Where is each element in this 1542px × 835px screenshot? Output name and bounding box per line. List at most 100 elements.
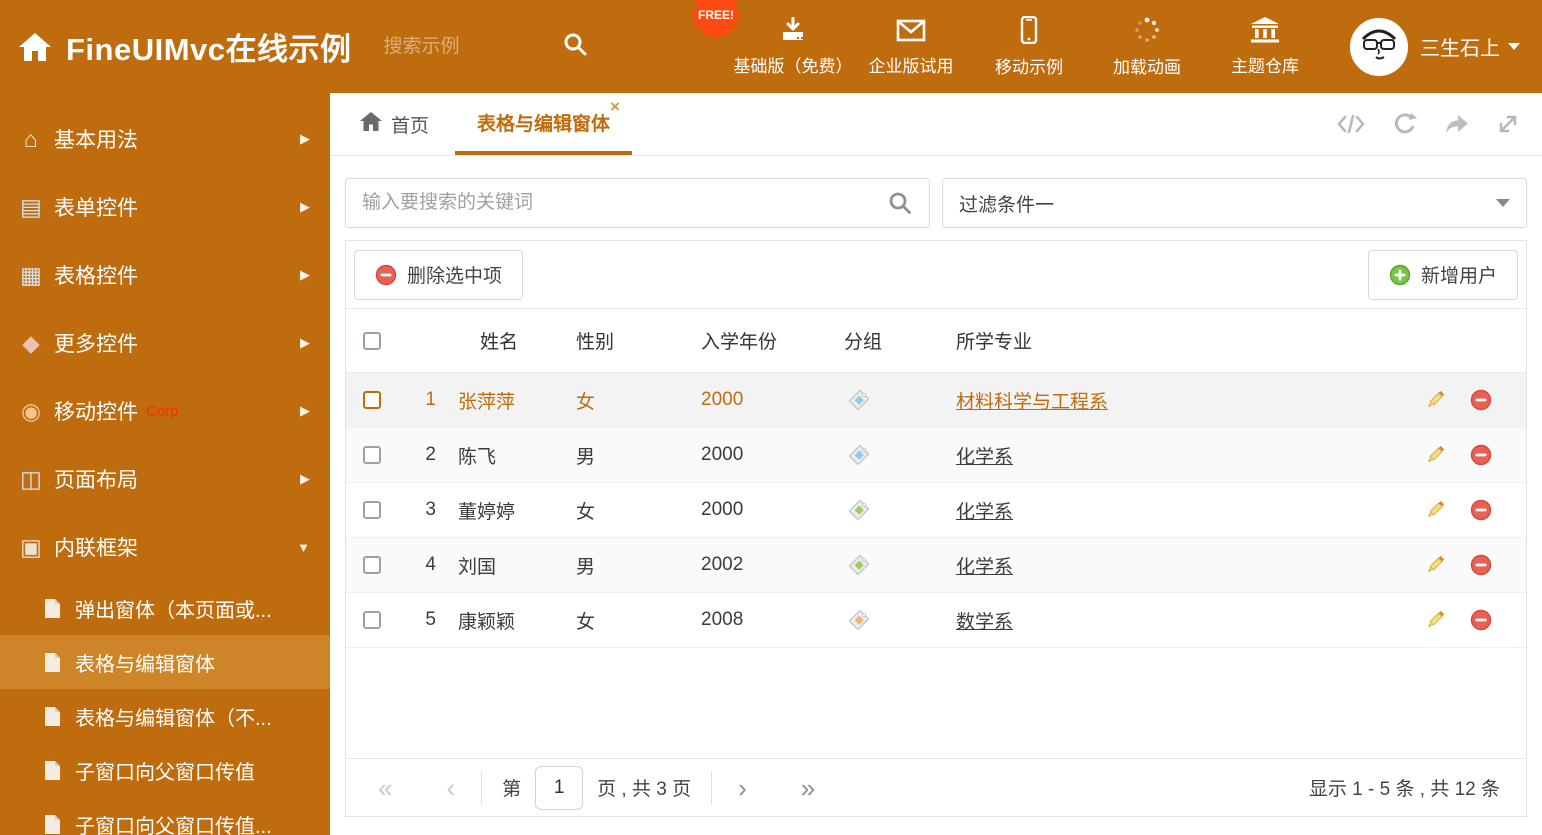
expand-arrow-icon: [300, 335, 310, 351]
major-link[interactable]: 化学系: [956, 557, 1013, 578]
select-all-checkbox[interactable]: [363, 331, 381, 350]
sidebar-item[interactable]: 表格控件: [0, 241, 330, 309]
bank-icon: [1250, 16, 1280, 43]
next-page-button[interactable]: ›: [732, 775, 753, 801]
header-nav: 基础版（免费） 企业版试用 移动示例 加载动画 主题仓库: [734, 15, 1324, 78]
refresh-icon[interactable]: [1392, 112, 1418, 136]
row-checkbox[interactable]: [363, 556, 381, 574]
cell-year: 2000: [701, 389, 744, 410]
nav-item-enterprise-trial[interactable]: 企业版试用: [852, 17, 970, 77]
search-icon[interactable]: [887, 190, 913, 216]
sidebar-item[interactable]: 页面布局: [0, 445, 330, 513]
last-page-button[interactable]: »: [795, 775, 821, 801]
page-icon: [44, 706, 61, 727]
table-row[interactable]: 1 张萍萍 女 2000 材料科学与工程系: [346, 373, 1526, 428]
tag-icon: [836, 444, 948, 466]
table-row[interactable]: 4 刘国 男 2002 化学系: [346, 538, 1526, 593]
row-actions: [1416, 499, 1526, 521]
nav-item-loading-animation[interactable]: 加载动画: [1088, 16, 1206, 78]
divider: [711, 770, 713, 805]
edit-pencil-icon[interactable]: [1424, 444, 1446, 466]
header-search-icon[interactable]: [562, 31, 588, 62]
delete-minus-icon[interactable]: [1470, 609, 1492, 631]
user-menu[interactable]: 三生石上: [1420, 32, 1520, 61]
home-icon[interactable]: [18, 32, 52, 62]
cell-name: 张萍萍: [458, 391, 516, 413]
table-header: 姓名 性别 入学年份 分组 所学专业: [346, 309, 1526, 373]
delete-selected-button[interactable]: 删除选中项: [354, 249, 524, 300]
first-page-button[interactable]: «: [372, 775, 398, 801]
major-link[interactable]: 化学系: [956, 447, 1013, 468]
avatar[interactable]: [1350, 17, 1408, 76]
row-number: 4: [425, 554, 436, 575]
table-row[interactable]: 3 董婷婷 女 2000 化学系: [346, 483, 1526, 538]
row-checkbox[interactable]: [363, 611, 381, 629]
tag-icon: [836, 389, 948, 411]
nav-item-mobile-demo[interactable]: 移动示例: [970, 15, 1088, 78]
sidebar-item-icon: [16, 398, 46, 425]
sidebar-menu: 基本用法 表单控件 表格控件: [0, 105, 330, 581]
tab-bar: 首页 表格与编辑窗体 ×: [330, 93, 1542, 156]
minus-circle-icon: [375, 264, 397, 286]
sidebar-item[interactable]: 内联框架: [0, 513, 330, 581]
row-checkbox[interactable]: [363, 501, 381, 519]
sidebar: 基本用法 表单控件 表格控件: [0, 93, 330, 835]
row-checkbox[interactable]: [363, 446, 381, 464]
row-actions: [1416, 444, 1526, 466]
add-user-button[interactable]: 新增用户: [1367, 249, 1518, 300]
tab-home[interactable]: 首页: [360, 93, 429, 155]
divider: [481, 770, 483, 805]
sidebar-item[interactable]: 表单控件: [0, 173, 330, 241]
table-row[interactable]: 2 陈飞 男 2000 化学系: [346, 428, 1526, 483]
edit-pencil-icon[interactable]: [1424, 499, 1446, 521]
header-search-input[interactable]: [383, 35, 534, 58]
sidebar-subitem[interactable]: 表格与编辑窗体: [0, 635, 330, 689]
close-icon[interactable]: ×: [610, 98, 620, 115]
sidebar-item[interactable]: 基本用法: [0, 105, 330, 173]
tab-active[interactable]: 表格与编辑窗体 ×: [455, 93, 633, 155]
delete-minus-icon[interactable]: [1470, 444, 1492, 466]
sidebar-subitem[interactable]: 子窗口向父窗口传值: [0, 743, 330, 797]
share-icon[interactable]: [1444, 112, 1470, 136]
page-number-input[interactable]: [535, 765, 584, 810]
column-header-name: 姓名: [480, 332, 519, 353]
keyword-search-input[interactable]: [362, 192, 887, 214]
row-actions: [1416, 554, 1526, 576]
prev-page-button[interactable]: ‹: [440, 775, 461, 801]
corp-badge: Corp.: [146, 402, 183, 420]
download-icon: [779, 16, 807, 43]
sidebar-subitem[interactable]: 表格与编辑窗体（不...: [0, 689, 330, 743]
nav-item-basic-edition[interactable]: 基础版（免费）: [734, 16, 853, 77]
tag-icon: [836, 609, 948, 631]
sidebar-item[interactable]: 移动控件 Corp.: [0, 377, 330, 445]
expand-icon[interactable]: [1496, 112, 1520, 136]
sidebar-subitem[interactable]: 弹出窗体（本页面或...: [0, 581, 330, 635]
major-link[interactable]: 材料科学与工程系: [956, 392, 1108, 413]
edit-pencil-icon[interactable]: [1424, 554, 1446, 576]
edit-pencil-icon[interactable]: [1424, 389, 1446, 411]
sidebar-subitem-label: 表格与编辑窗体（不...: [75, 707, 272, 730]
filter-dropdown[interactable]: 过滤条件一: [942, 178, 1527, 228]
row-checkbox[interactable]: [363, 391, 381, 409]
sidebar-item-label: 页面布局: [54, 469, 138, 492]
delete-minus-icon[interactable]: [1470, 499, 1492, 521]
sidebar-item-icon: [16, 194, 46, 221]
table-body: 1 张萍萍 女 2000 材料科学与工程系 2 陈飞 男 2000 化学系 3 …: [346, 373, 1526, 648]
cell-gender: 女: [576, 391, 596, 413]
table-row[interactable]: 5 康颖颖 女 2008 数学系: [346, 593, 1526, 648]
delete-minus-icon[interactable]: [1470, 554, 1492, 576]
cell-gender: 女: [576, 611, 596, 633]
delete-minus-icon[interactable]: [1470, 389, 1492, 411]
column-header-major: 所学专业: [956, 332, 1033, 353]
major-link[interactable]: 数学系: [956, 612, 1013, 633]
sidebar-subitem-label: 子窗口向父窗口传值: [75, 761, 255, 784]
sidebar-item[interactable]: 更多控件: [0, 309, 330, 377]
major-link[interactable]: 化学系: [956, 502, 1013, 523]
edit-pencil-icon[interactable]: [1424, 609, 1446, 631]
sidebar-item-icon: [16, 330, 46, 357]
envelope-icon: [896, 17, 926, 43]
source-code-icon[interactable]: [1336, 112, 1366, 136]
nav-item-theme-store[interactable]: 主题仓库: [1206, 16, 1324, 77]
column-header-group: 分组: [844, 332, 883, 353]
sidebar-subitem[interactable]: 子窗口向父窗口传值...: [0, 797, 330, 835]
